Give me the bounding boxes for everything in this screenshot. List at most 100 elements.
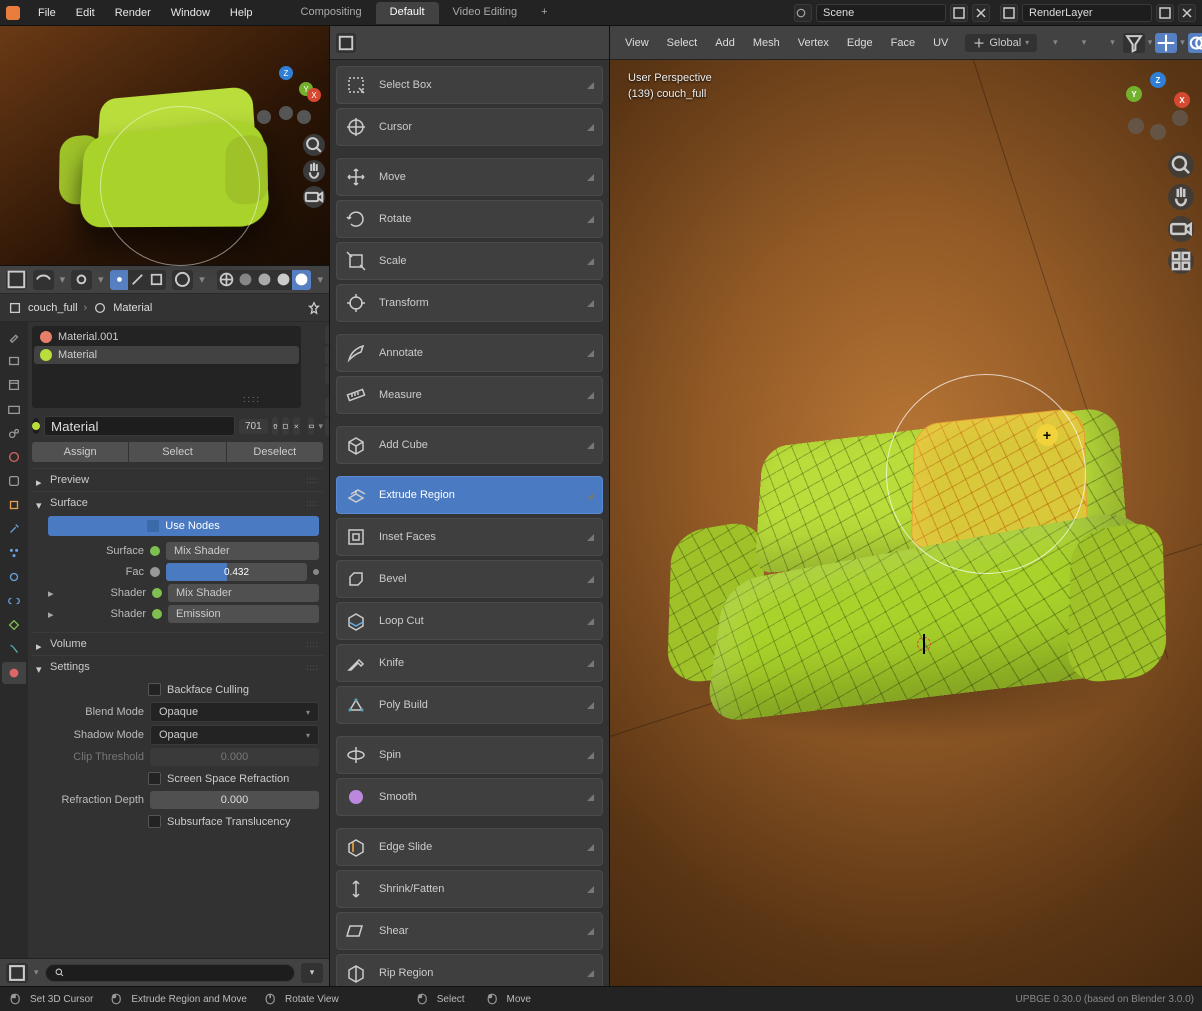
axis-y-icon[interactable]: Y: [299, 82, 313, 96]
tab-tool[interactable]: [2, 326, 26, 348]
breadcrumb-material[interactable]: Material: [113, 302, 152, 314]
keyframe-dot-icon[interactable]: [313, 569, 319, 575]
new-material-button[interactable]: [282, 417, 289, 435]
menu-window[interactable]: Window: [161, 3, 220, 23]
scene-delete-button[interactable]: [972, 4, 990, 22]
tool-poly-build[interactable]: Poly Build: [336, 686, 603, 724]
tab-particles[interactable]: [2, 542, 26, 564]
expand-icon[interactable]: ▸: [48, 608, 58, 621]
node-socket-icon[interactable]: [150, 567, 160, 577]
menu-file[interactable]: File: [28, 3, 66, 23]
panel-grip-icon[interactable]: ::::: [306, 499, 319, 508]
shading-solid-button[interactable]: [236, 270, 255, 290]
material-users-count[interactable]: 701: [239, 419, 268, 434]
camera-view-button[interactable]: [1168, 216, 1194, 242]
use-nodes-button[interactable]: Use Nodes: [48, 516, 319, 536]
editor-type-selector[interactable]: [6, 963, 28, 983]
axis-z-icon[interactable]: Z: [279, 66, 293, 80]
workspace-add-button[interactable]: +: [531, 2, 557, 24]
overlays-button[interactable]: [1188, 33, 1202, 53]
camera-button[interactable]: [303, 186, 325, 208]
pan-button[interactable]: [303, 160, 325, 182]
workspace-default[interactable]: Default: [376, 2, 439, 24]
axis-neg-icon[interactable]: [279, 106, 293, 120]
extrude-gizmo-handle[interactable]: +: [1036, 424, 1058, 446]
tool-rip-region[interactable]: Rip Region: [336, 954, 603, 986]
refraction-depth-input[interactable]: 0.000: [150, 791, 319, 809]
render-layer-field[interactable]: RenderLayer: [1022, 4, 1152, 22]
axis-neg-icon[interactable]: [1172, 110, 1188, 126]
scene-browse-button[interactable]: [794, 4, 812, 22]
layer-new-button[interactable]: [1156, 4, 1174, 22]
material-slot-list[interactable]: Material.001 Material ::::: [32, 326, 301, 408]
tool-measure[interactable]: Measure: [336, 376, 603, 414]
pan-button[interactable]: [1168, 184, 1194, 210]
options-button[interactable]: ▾: [301, 963, 323, 983]
cursor-3d-icon[interactable]: [914, 634, 934, 654]
properties-search-input[interactable]: [45, 964, 295, 982]
gizmo-toggle-button[interactable]: [1155, 33, 1177, 53]
panel-grip-icon[interactable]: ::::: [306, 476, 319, 485]
breadcrumb-object[interactable]: couch_full: [28, 302, 78, 314]
material-add-button[interactable]: +: [325, 326, 329, 344]
tab-collection[interactable]: [2, 470, 26, 492]
axis-neg-icon[interactable]: [1150, 124, 1166, 140]
tool-spin[interactable]: Spin: [336, 736, 603, 774]
viewport-menu-add[interactable]: Add: [706, 33, 744, 53]
tool-extrude-region[interactable]: Extrude Region: [336, 476, 603, 514]
overlay-sphere-button[interactable]: [172, 270, 193, 290]
settings-panel-header[interactable]: ▾ Settings ::::: [32, 656, 323, 678]
tool-inset-faces[interactable]: Inset Faces: [336, 518, 603, 556]
viewport-menu-edge[interactable]: Edge: [838, 33, 882, 53]
material-menu-button[interactable]: ▾: [325, 366, 329, 384]
tool-shrink-fatten[interactable]: Shrink/Fatten: [336, 870, 603, 908]
tool-transform[interactable]: Transform: [336, 284, 603, 322]
select-mode-edge[interactable]: [128, 270, 147, 290]
preview-panel-header[interactable]: ▸ Preview ::::: [32, 469, 323, 491]
blend-mode-dropdown[interactable]: Opaque▾: [150, 702, 319, 722]
viewport-axis-gizmo[interactable]: Z Y X: [1122, 70, 1192, 140]
scene-name-field[interactable]: Scene: [816, 4, 946, 22]
node-socket-icon[interactable]: [150, 546, 160, 556]
workspace-compositing[interactable]: Compositing: [287, 2, 376, 24]
shading-texture-button[interactable]: [274, 270, 293, 290]
tab-constraints[interactable]: [2, 590, 26, 612]
tab-world[interactable]: [2, 446, 26, 468]
snap-menu[interactable]: [71, 270, 92, 290]
backface-checkbox[interactable]: [148, 683, 161, 696]
material-slot[interactable]: Material.001: [34, 328, 299, 346]
viewport-menu-view[interactable]: View: [616, 33, 658, 53]
panel-grip-icon[interactable]: ::::: [306, 640, 319, 649]
shadow-mode-dropdown[interactable]: Opaque▾: [150, 725, 319, 745]
tab-mesh[interactable]: [2, 614, 26, 636]
tab-modifiers[interactable]: [2, 518, 26, 540]
tool-bevel[interactable]: Bevel: [336, 560, 603, 598]
select-button[interactable]: Select: [129, 442, 225, 462]
unlink-material-button[interactable]: [293, 417, 300, 435]
tool-knife[interactable]: Knife: [336, 644, 603, 682]
deselect-button[interactable]: Deselect: [227, 442, 323, 462]
tool-smooth[interactable]: Smooth: [336, 778, 603, 816]
material-move-down-button[interactable]: ▾: [325, 418, 329, 436]
axis-x-icon[interactable]: X: [307, 88, 321, 102]
tool-shear[interactable]: Shear: [336, 912, 603, 950]
editor-type-icon[interactable]: [336, 33, 356, 53]
material-browse-button[interactable]: [32, 418, 40, 434]
tool-add-cube[interactable]: Add Cube: [336, 426, 603, 464]
sst-checkbox[interactable]: [148, 815, 161, 828]
viewport-menu-mesh[interactable]: Mesh: [744, 33, 789, 53]
ssr-checkbox[interactable]: [148, 772, 161, 785]
viewport-mesh[interactable]: +: [626, 334, 1186, 754]
viewport-menu-select[interactable]: Select: [658, 33, 707, 53]
shading-rendered-button[interactable]: [292, 270, 311, 290]
shader1-dropdown[interactable]: Mix Shader: [168, 584, 319, 602]
tool-cursor[interactable]: Cursor: [336, 108, 603, 146]
menu-edit[interactable]: Edit: [66, 3, 105, 23]
orientation-dropdown[interactable]: Global ▾: [965, 34, 1037, 52]
volume-panel-header[interactable]: ▸ Volume ::::: [32, 633, 323, 655]
tab-viewlayer[interactable]: [2, 398, 26, 420]
axis-x-icon[interactable]: X: [1174, 92, 1190, 108]
axis-y-icon[interactable]: Y: [1126, 86, 1142, 102]
surface-shader-dropdown[interactable]: Mix Shader: [166, 542, 319, 560]
menu-help[interactable]: Help: [220, 3, 263, 23]
